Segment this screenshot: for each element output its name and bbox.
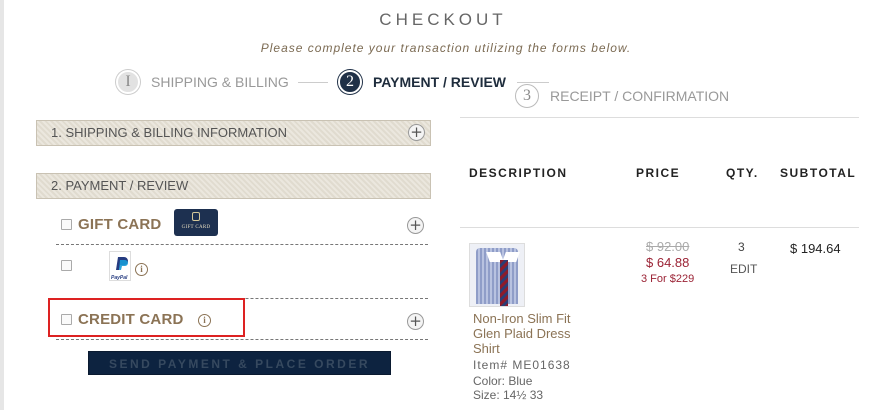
gift-card-badge-text: GIFT CARD [181, 225, 211, 230]
paypal-logo[interactable]: PayPal [109, 251, 131, 281]
section-title: 2. PAYMENT / REVIEW [51, 178, 189, 193]
step-connector [298, 82, 328, 83]
plus-circle-icon[interactable]: + [407, 217, 424, 234]
column-header-description: DESCRIPTION [469, 166, 568, 180]
place-order-button[interactable]: SEND PAYMENT & PLACE ORDER [88, 351, 391, 375]
step-number: 3 [515, 84, 539, 108]
product-color: Color: Blue [473, 374, 533, 388]
product-image[interactable] [469, 243, 525, 307]
promo-text: 3 For $229 [641, 273, 695, 285]
page-title: CHECKOUT [379, 10, 507, 29]
plus-circle-icon[interactable]: + [408, 124, 425, 141]
step-receipt-confirmation: 3 RECEIPT / CONFIRMATION [515, 84, 729, 108]
step-label: PAYMENT / REVIEW [373, 74, 507, 90]
gift-card-image: GIFT CARD [174, 209, 218, 236]
golden-fleece-icon [192, 212, 200, 221]
tie-graphic [500, 260, 508, 306]
step-connector [517, 82, 549, 83]
original-price: $ 92.00 [646, 239, 690, 254]
order-table-top-rule [460, 117, 859, 118]
step-label: RECEIPT / CONFIRMATION [550, 88, 730, 104]
order-table-row-rule [460, 227, 859, 228]
payment-review-section-header: 2. PAYMENT / REVIEW [36, 173, 431, 199]
section-title: 1. SHIPPING & BILLING INFORMATION [51, 125, 287, 140]
plus-circle-icon[interactable]: + [407, 313, 424, 330]
page-left-rule [0, 0, 4, 410]
paypal-badge-text: PayPal [111, 275, 128, 281]
sale-price: $ 64.88 [646, 255, 690, 270]
step-payment-review: 2 PAYMENT / REVIEW [338, 70, 506, 94]
paypal-checkbox[interactable] [61, 260, 72, 271]
gift-card-checkbox[interactable] [61, 219, 72, 230]
gift-card-option: GIFT CARD GIFT CARD + [56, 208, 428, 245]
product-size: Size: 14½ 33 [473, 388, 544, 402]
step-label: SHIPPING & BILLING [151, 74, 289, 90]
column-header-qty: QTY. [726, 166, 759, 180]
step-shipping-billing[interactable]: I SHIPPING & BILLING [116, 70, 289, 94]
page-subtitle: Please complete your transaction utilizi… [260, 41, 632, 55]
column-header-subtotal: SUBTOTAL [780, 166, 857, 180]
step-number: 2 [338, 70, 362, 94]
product-item-number: Item# ME01638 [473, 358, 571, 372]
product-name-link[interactable]: Non-Iron Slim Fit Glen Plaid Dress Shirt [473, 311, 593, 356]
shipping-billing-section-header[interactable]: 1. SHIPPING & BILLING INFORMATION + [36, 120, 431, 146]
quantity-value: 3 [738, 240, 745, 254]
step-number: I [116, 70, 140, 94]
paypal-option: PayPal i [56, 250, 428, 299]
shirt-icon [476, 248, 520, 306]
gift-card-label: GIFT CARD [78, 216, 162, 233]
edit-quantity-link[interactable]: EDIT [730, 262, 757, 276]
line-subtotal: $ 194.64 [790, 241, 841, 256]
credit-card-highlight-box [48, 298, 245, 337]
info-icon[interactable]: i [135, 263, 148, 276]
column-header-price: PRICE [636, 166, 681, 180]
